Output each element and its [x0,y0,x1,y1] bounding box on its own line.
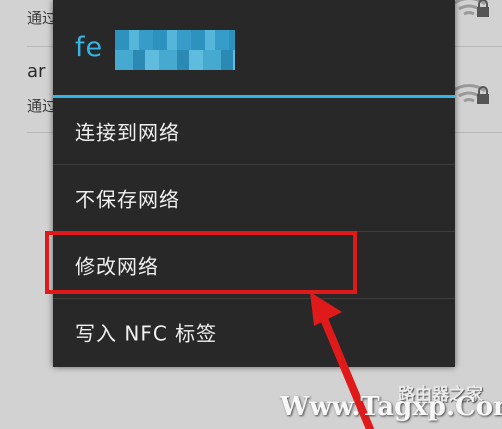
watermark-url: Www.Tagxp.Com [280,392,502,422]
menu-item-label: 写入 NFC 标签 [75,321,218,346]
network-name-title: fe [75,32,104,63]
highlight-box [45,231,357,294]
menu-item-connect[interactable]: 连接到网络 [53,98,455,164]
wifi-lock-icon [452,84,489,104]
menu-item-label: 连接到网络 [75,120,180,145]
menu-item-label: 不保存网络 [75,187,180,212]
wifi-name-text: ar [27,61,46,82]
redacted-name-mosaic [115,30,235,70]
menu-item-forget[interactable]: 不保存网络 [53,165,455,231]
wifi-lock-icon [452,0,489,17]
